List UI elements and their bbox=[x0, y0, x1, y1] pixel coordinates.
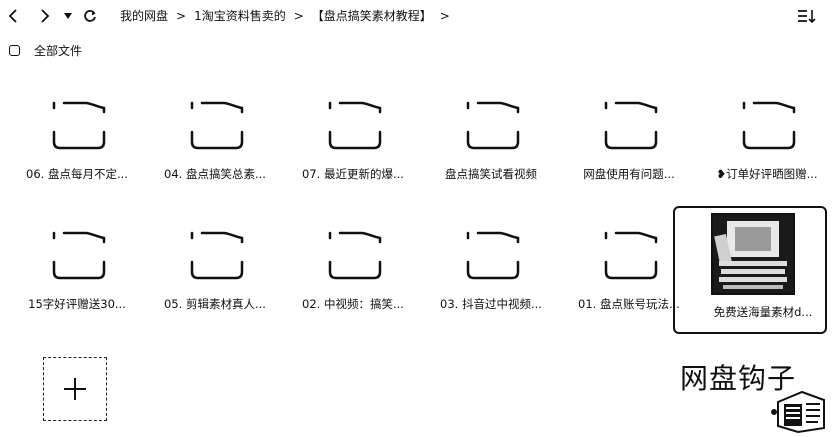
sort-button[interactable] bbox=[797, 8, 817, 24]
select-all-checkbox[interactable] bbox=[9, 45, 20, 56]
file-name: 05. 剪辑素材真人... bbox=[164, 297, 266, 311]
folder-icon bbox=[466, 101, 520, 150]
file-name: ❥订单好评晒图赠... bbox=[716, 167, 818, 181]
chevron-right-icon bbox=[41, 9, 50, 23]
image-preview-icon bbox=[713, 215, 793, 293]
folder-icon bbox=[604, 231, 658, 280]
file-name: 15字好评赠送30... bbox=[28, 297, 126, 311]
file-name: 06. 盘点每月不定... bbox=[26, 167, 128, 181]
breadcrumb-separator: > bbox=[176, 8, 187, 23]
breadcrumb: 我的网盘 > 1淘宝资料售卖的 > 【盘点搞笑素材教程】 > bbox=[120, 7, 458, 24]
file-name: 04. 盘点搞笑总素... bbox=[164, 167, 266, 181]
folder-icon bbox=[466, 231, 520, 280]
file-name: 免费送海量素材d... bbox=[713, 305, 813, 319]
file-name: 07. 最近更新的爆... bbox=[302, 167, 404, 181]
file-tile[interactable]: 15字好评赠送30... bbox=[12, 212, 142, 332]
folder-icon bbox=[742, 101, 796, 150]
breadcrumb-item-root[interactable]: 我的网盘 bbox=[120, 7, 168, 24]
file-name: 网盘使用有问题... bbox=[583, 167, 675, 181]
history-dropdown[interactable] bbox=[58, 6, 78, 26]
file-tile[interactable]: 07. 最近更新的爆... bbox=[288, 82, 418, 202]
file-tile[interactable]: 02. 中视频：搞笑... bbox=[288, 212, 418, 332]
select-all[interactable]: 全部文件 bbox=[9, 42, 82, 59]
plus-icon bbox=[64, 378, 86, 400]
forward-button[interactable] bbox=[34, 6, 54, 26]
toolbar: 我的网盘 > 1淘宝资料售卖的 > 【盘点搞笑素材教程】 > bbox=[0, 0, 837, 32]
file-tile[interactable]: ❥订单好评晒图赠... bbox=[702, 82, 832, 202]
file-tile[interactable]: 06. 盘点每月不定... bbox=[12, 82, 142, 202]
breadcrumb-separator: > bbox=[293, 8, 304, 23]
sort-list-icon bbox=[798, 10, 816, 24]
file-tile[interactable]: 网盘使用有问题... bbox=[564, 82, 694, 202]
folder-icon bbox=[604, 101, 658, 150]
file-name: 盘点搞笑试看视频 bbox=[445, 167, 537, 181]
add-file-button[interactable] bbox=[43, 357, 107, 421]
refresh-button[interactable] bbox=[80, 6, 100, 26]
select-all-label: 全部文件 bbox=[34, 44, 83, 58]
file-name: 02. 中视频：搞笑... bbox=[302, 297, 404, 311]
file-tile[interactable]: 盘点搞笑试看视频 bbox=[426, 82, 556, 202]
folder-icon bbox=[328, 231, 382, 280]
image-thumbnail bbox=[711, 213, 795, 295]
file-tile[interactable]: 04. 盘点搞笑总素... bbox=[150, 82, 280, 202]
caret-down-icon bbox=[64, 13, 72, 19]
folder-icon bbox=[190, 101, 244, 150]
refresh-icon bbox=[84, 10, 96, 22]
file-name: 03. 抖音过中视频... bbox=[440, 297, 542, 311]
folder-icon bbox=[52, 101, 106, 150]
breadcrumb-item-folder[interactable]: 1淘宝资料售卖的 bbox=[194, 7, 286, 24]
folder-icon bbox=[190, 231, 244, 280]
file-tile[interactable]: 05. 剪辑素材真人... bbox=[150, 212, 280, 332]
breadcrumb-separator: > bbox=[439, 8, 450, 23]
back-button[interactable] bbox=[4, 6, 24, 26]
chevron-left-icon bbox=[8, 9, 17, 23]
file-tile-selected[interactable]: 免费送海量素材d... bbox=[673, 206, 827, 334]
folder-icon bbox=[52, 231, 106, 280]
breadcrumb-item-current[interactable]: 【盘点搞笑素材教程】 bbox=[312, 7, 432, 24]
folder-icon bbox=[328, 101, 382, 150]
file-tile[interactable]: 03. 抖音过中视频... bbox=[426, 212, 556, 332]
watermark-logo-icon bbox=[771, 390, 825, 434]
